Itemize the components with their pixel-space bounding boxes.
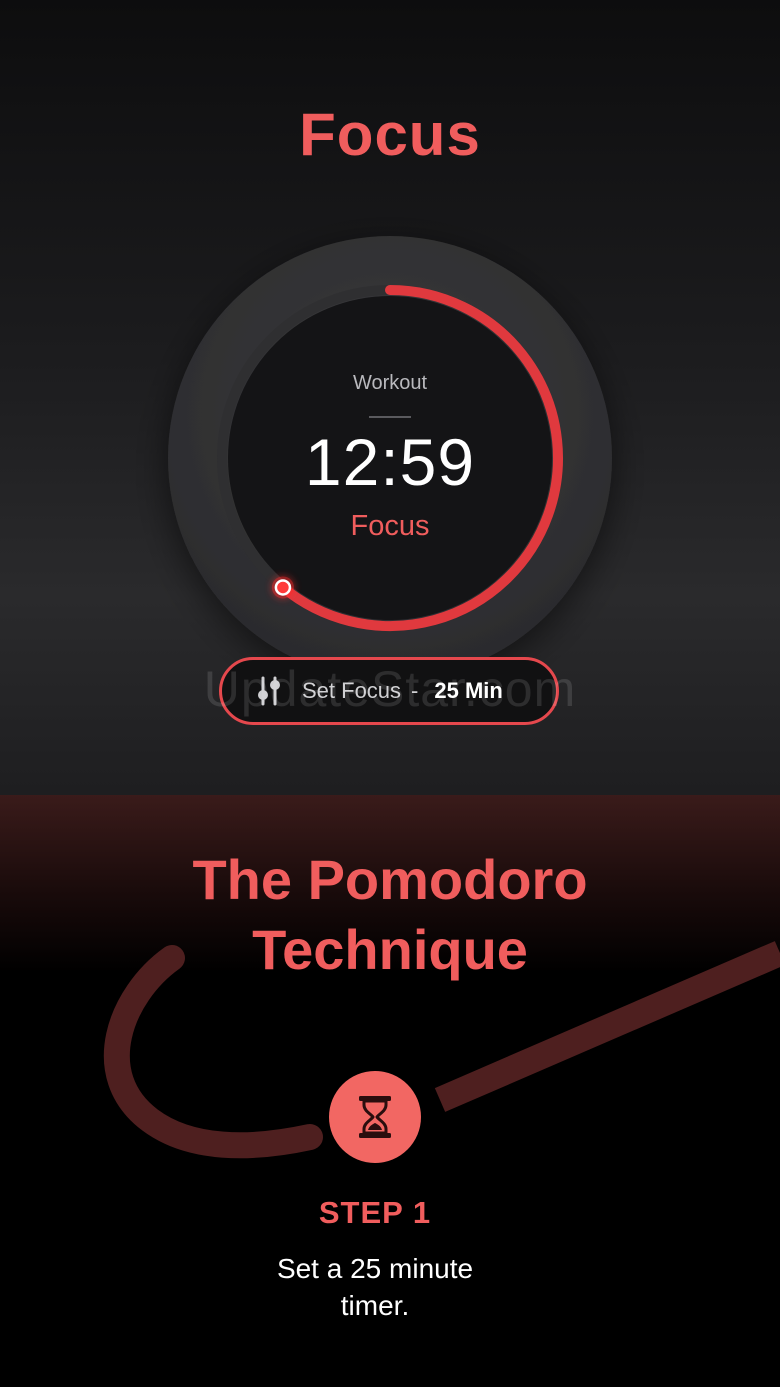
set-focus-value: 25 Min <box>434 678 503 703</box>
sliders-icon <box>258 676 280 706</box>
step-label: STEP 1 <box>318 1195 432 1230</box>
step-icon-badge <box>329 1071 421 1163</box>
set-focus-button[interactable]: Set Focus - 25 Min <box>219 657 559 725</box>
timer-time: 12:59 <box>304 425 476 499</box>
step-description-line1: Set a 25 minute <box>276 1253 474 1284</box>
hourglass-icon <box>359 1096 391 1138</box>
section-title: The Pomodoro Technique <box>0 845 780 985</box>
timer-knob[interactable] <box>274 579 292 596</box>
section-title-line1: The Pomodoro <box>192 848 588 911</box>
timer-panel: Focus Workout 12:59 Focus Set Focus - 25… <box>0 0 780 795</box>
set-focus-separator: - <box>411 678 419 703</box>
step-description: Set a 25 minute timer. <box>0 1250 750 1324</box>
section-title-line2: Technique <box>252 918 528 981</box>
timer-mode-label: Workout <box>352 372 428 394</box>
set-focus-label: Set Focus <box>302 678 402 703</box>
onboarding-panel: The Pomodoro Technique STEP 1 Set a 25 m… <box>0 795 780 1387</box>
timer-divider <box>369 416 411 418</box>
timer-state-label: Focus <box>350 510 430 542</box>
step-description-line2: timer. <box>340 1290 410 1321</box>
